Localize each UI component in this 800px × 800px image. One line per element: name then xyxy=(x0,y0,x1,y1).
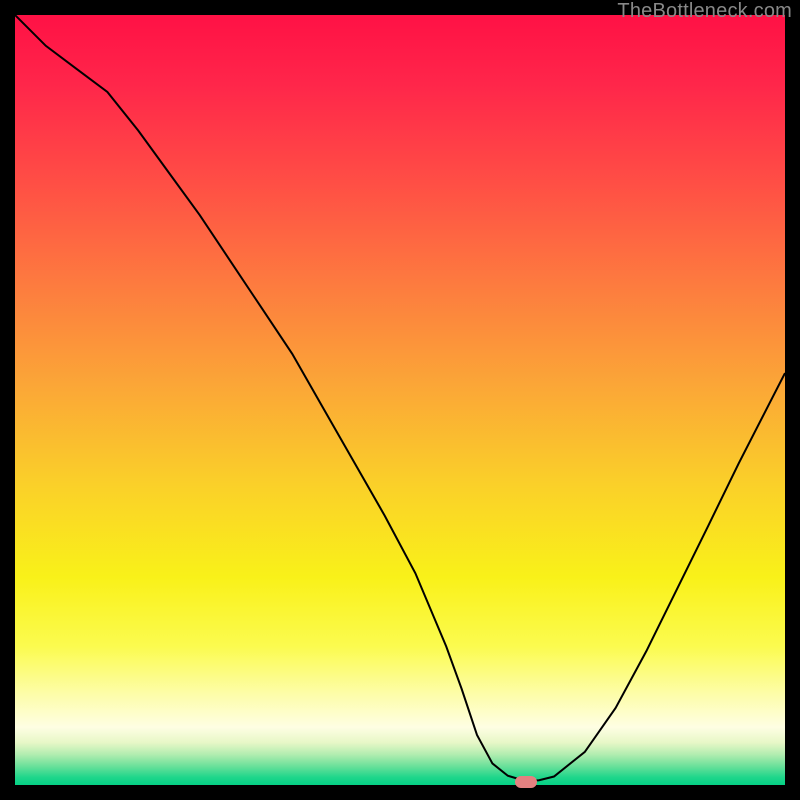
watermark-text: TheBottleneck.com xyxy=(617,0,792,23)
chart-container: TheBottleneck.com xyxy=(0,0,800,800)
optimal-marker xyxy=(515,776,537,788)
bottleneck-curve xyxy=(15,15,785,785)
plot-area xyxy=(15,15,785,785)
